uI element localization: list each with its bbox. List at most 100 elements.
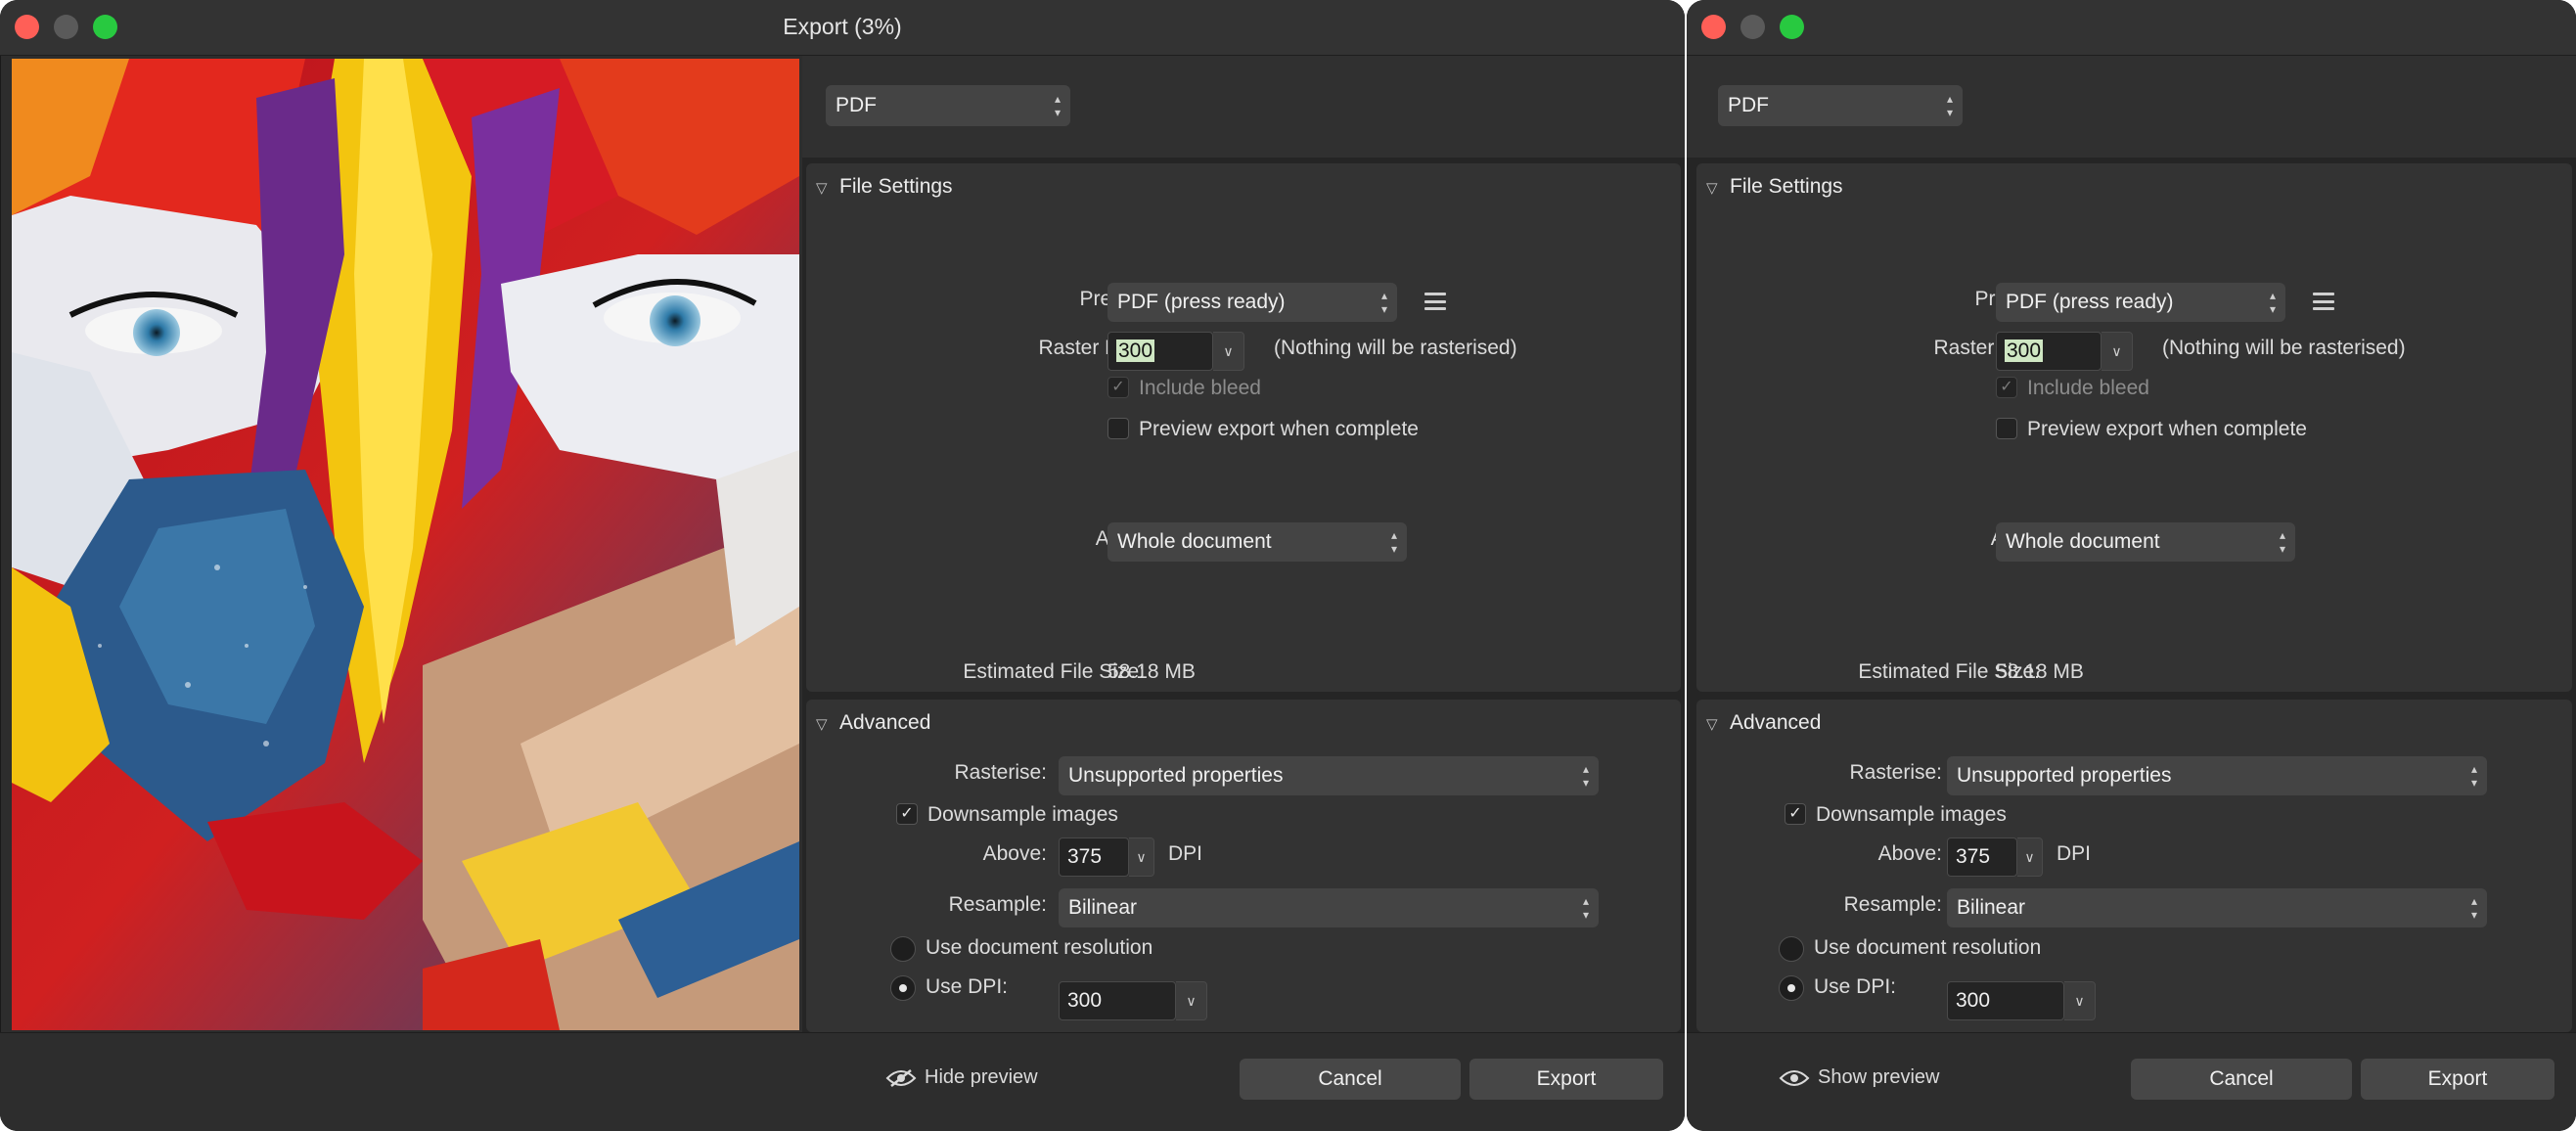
rasterise-label: Rasterise: — [954, 761, 1047, 784]
disclosure-chevron-icon: ▽ — [816, 180, 828, 197]
above-unit: DPI — [1168, 842, 1203, 865]
minimize-button[interactable] — [1740, 15, 1765, 39]
above-unit: DPI — [2056, 842, 2092, 865]
raster-note: (Nothing will be rasterised) — [2162, 337, 2406, 359]
resample-label: Resample: — [1843, 893, 1942, 916]
downsample-label: Downsample images — [1816, 803, 2007, 826]
resample-dropdown[interactable]: Bilinear ▴ ▾ — [1947, 888, 2487, 927]
format-value: PDF — [836, 94, 877, 116]
advanced-section: ▽ Advanced Rasterise: Unsupported propert… — [806, 700, 1681, 1032]
include-bleed-checkbox[interactable]: ✓ — [1107, 377, 1129, 398]
advanced-section: ▽ Advanced Rasterise: Unsupported propert… — [1696, 700, 2572, 1032]
chevron-updown-icon: ▴ ▾ — [1390, 528, 1397, 556]
preset-dropdown[interactable]: PDF (press ready) ▴ ▾ — [1996, 283, 2285, 322]
format-dropdown[interactable]: PDF ▴ ▾ — [1718, 85, 1963, 126]
window-title: Export (3%) — [783, 14, 902, 39]
disclosure-chevron-icon: ▽ — [1706, 180, 1718, 197]
use-dpi-dropdown[interactable]: ∨ — [2064, 981, 2096, 1020]
chevron-updown-icon: ▴ ▾ — [1054, 92, 1061, 119]
chevron-updown-icon: ▴ ▾ — [2470, 894, 2477, 922]
include-bleed-label: Include bleed — [1139, 377, 1261, 399]
estimated-size-value: 58.18 MB — [1107, 660, 1196, 683]
raster-dpi-dropdown[interactable]: ∨ — [2101, 332, 2133, 371]
hide-preview-button[interactable]: Hide preview — [885, 1066, 1038, 1089]
use-dpi-radio[interactable] — [890, 975, 916, 1001]
format-bar: PDF ▴ ▾ — [1687, 56, 2576, 158]
raster-dpi-dropdown[interactable]: ∨ — [1213, 332, 1244, 371]
file-settings-header[interactable]: ▽ File Settings — [816, 175, 953, 199]
raster-note: (Nothing will be rasterised) — [1274, 337, 1517, 359]
cancel-button[interactable]: Cancel — [2131, 1059, 2352, 1100]
use-document-resolution-label: Use document resolution — [1814, 936, 2042, 959]
advanced-header[interactable]: ▽ Advanced — [1706, 711, 1821, 735]
preview-export-label: Preview export when complete — [2027, 418, 2307, 440]
use-dpi-input[interactable]: 300 — [1059, 981, 1176, 1020]
eye-icon — [1779, 1069, 1810, 1086]
preview-export-label: Preview export when complete — [1139, 418, 1419, 440]
preview-export-checkbox[interactable] — [1996, 418, 2017, 439]
export-window-right: PDF ▴▾ ▽File Settings Preset: PDF (press… — [1687, 0, 2576, 1131]
file-settings-header[interactable]: ▽ File Settings — [1706, 175, 1843, 199]
format-bar: PDF ▴ ▾ — [802, 56, 1685, 158]
use-dpi-input[interactable]: 300 — [1947, 981, 2064, 1020]
bottom-bar: Hide preview Cancel Export — [0, 1032, 1685, 1131]
chevron-updown-icon: ▴ ▾ — [2470, 762, 2477, 790]
export-window-left: Export (3%) PDF ▴ ▾ ▽ File Settings PDF … — [0, 0, 1685, 1131]
close-button[interactable] — [1701, 15, 1726, 39]
above-dropdown[interactable]: ∨ — [1129, 837, 1154, 877]
downsample-checkbox[interactable]: ✓ — [1785, 803, 1806, 825]
estimated-size-value: 58.18 MB — [1996, 660, 2084, 683]
maximize-button[interactable] — [1780, 15, 1804, 39]
title-bar: Export (3%) — [0, 0, 1685, 56]
file-settings-section: ▽File Settings Preset: PDF (press ready)… — [806, 163, 1681, 692]
preset-menu-icon[interactable] — [1424, 293, 1446, 310]
advanced-header[interactable]: ▽ Advanced — [816, 711, 930, 735]
above-input[interactable]: 375 — [1947, 837, 2017, 877]
rasterise-dropdown[interactable]: Unsupported properties ▴ ▾ — [1059, 756, 1599, 795]
format-value: PDF — [1728, 94, 1769, 116]
eye-slash-icon — [885, 1068, 917, 1087]
chevron-updown-icon: ▴ ▾ — [1582, 762, 1589, 790]
chevron-updown-icon: ▴ ▾ — [1380, 289, 1387, 316]
above-dropdown[interactable]: ∨ — [2017, 837, 2043, 877]
show-preview-button[interactable]: Show preview — [1779, 1066, 1940, 1089]
downsample-checkbox[interactable]: ✓ — [896, 803, 918, 825]
export-button[interactable]: Export — [2361, 1059, 2554, 1100]
disclosure-chevron-icon: ▽ — [1706, 716, 1718, 733]
use-document-resolution-radio[interactable] — [890, 936, 916, 962]
chevron-updown-icon: ▴ ▾ — [2279, 528, 2285, 556]
area-dropdown[interactable]: Whole document ▴ ▾ — [1107, 522, 1407, 562]
bottom-bar: Show preview Cancel Export — [1687, 1032, 2576, 1131]
rasterise-dropdown[interactable]: Unsupported properties ▴ ▾ — [1947, 756, 2487, 795]
above-label: Above: — [982, 842, 1047, 865]
export-preview-image — [12, 59, 799, 1030]
chevron-updown-icon: ▴ ▾ — [1582, 894, 1589, 922]
include-bleed-checkbox[interactable]: ✓ — [1996, 377, 2017, 398]
cancel-button[interactable]: Cancel — [1240, 1059, 1461, 1100]
preset-dropdown[interactable]: PDF (press ready) ▴ ▾ — [1107, 283, 1397, 322]
use-document-resolution-label: Use document resolution — [926, 936, 1153, 959]
use-document-resolution-radio[interactable] — [1779, 936, 1804, 962]
export-settings-panel: PDF ▴▾ ▽File Settings Preset: PDF (press… — [1687, 56, 2576, 1032]
resample-label: Resample: — [948, 893, 1047, 916]
include-bleed-label: Include bleed — [2027, 377, 2149, 399]
painted-face-image — [12, 59, 799, 1030]
preview-export-checkbox[interactable] — [1107, 418, 1129, 439]
rasterise-label: Rasterise: — [1849, 761, 1942, 784]
above-label: Above: — [1877, 842, 1942, 865]
format-dropdown[interactable]: PDF ▴ ▾ — [826, 85, 1070, 126]
area-dropdown[interactable]: Whole document ▴ ▾ — [1996, 522, 2295, 562]
use-dpi-label: Use DPI: — [1814, 975, 1897, 998]
use-dpi-dropdown[interactable]: ∨ — [1176, 981, 1207, 1020]
downsample-label: Downsample images — [927, 803, 1118, 826]
above-input[interactable]: 375 — [1059, 837, 1129, 877]
use-dpi-radio[interactable] — [1779, 975, 1804, 1001]
resample-dropdown[interactable]: Bilinear ▴ ▾ — [1059, 888, 1599, 927]
file-settings-section: ▽File Settings Preset: PDF (press ready)… — [1696, 163, 2572, 692]
raster-dpi-input[interactable]: 300 — [1107, 332, 1213, 371]
export-button[interactable]: Export — [1469, 1059, 1663, 1100]
raster-dpi-input[interactable]: 300 — [1996, 332, 2101, 371]
use-dpi-label: Use DPI: — [926, 975, 1009, 998]
preset-menu-icon[interactable] — [2313, 293, 2334, 310]
export-settings-panel: PDF ▴▾ ▽File Settings Preset: PDF (press… — [802, 56, 1685, 1032]
